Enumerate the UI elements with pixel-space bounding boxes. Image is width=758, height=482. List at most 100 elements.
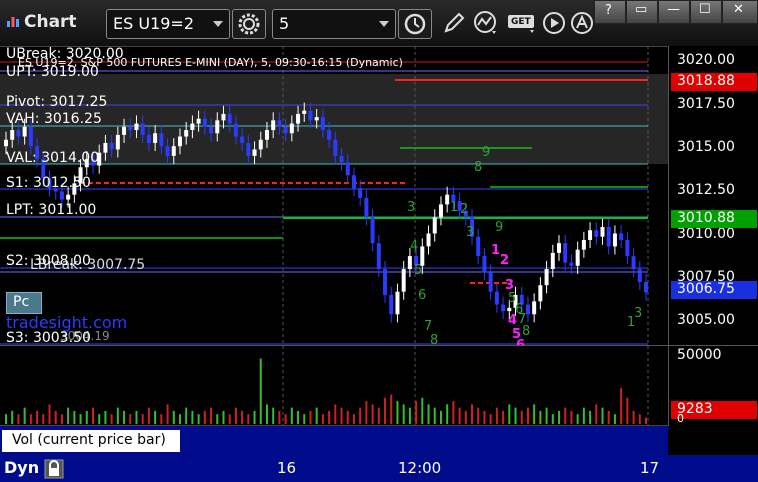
volume-bar (123, 410, 126, 424)
volume-bar (464, 410, 467, 424)
help-icon: ? (605, 3, 612, 18)
volume-bar (210, 407, 213, 424)
app-title: Chart (24, 12, 77, 32)
candle-body (339, 155, 344, 163)
volume-bar (415, 401, 418, 424)
candle-body (209, 126, 214, 134)
period-select[interactable]: 5 (272, 9, 396, 39)
candle-body (59, 191, 64, 200)
lpt-label: LPT: 3011.00 (6, 202, 96, 218)
candle-body (10, 130, 15, 140)
candle-body (575, 249, 580, 266)
candle-body (333, 139, 338, 156)
minimize-button[interactable]: — (658, 0, 690, 24)
volume-bar (539, 410, 542, 424)
volume-bar (638, 414, 641, 424)
close-button[interactable]: ✕ (722, 0, 758, 24)
get-button[interactable]: GET (506, 9, 538, 37)
seq-label-green: 9 (482, 145, 490, 160)
volume-bar (147, 407, 150, 424)
candle-body (16, 130, 21, 137)
volume-bar (197, 414, 200, 424)
candle-body (370, 217, 375, 244)
price-axis[interactable]: 3020.00 3017.50 3015.00 3012.50 3010.00 … (668, 46, 758, 345)
studies-button[interactable] (472, 9, 500, 37)
volume-bar (526, 407, 529, 424)
volume-bar (576, 414, 579, 424)
get-label: GET (511, 17, 531, 27)
candle-body (233, 123, 238, 137)
volume-bars-group (5, 358, 647, 424)
volume-bar (54, 410, 57, 424)
maximize-button[interactable]: ☐ (690, 0, 722, 24)
volume-bar (384, 397, 387, 424)
volume-bar (595, 404, 598, 424)
volume-bar (110, 414, 113, 424)
seq-label-magenta: 1 (491, 243, 500, 258)
candle-body (401, 269, 406, 292)
volume-canvas (5, 346, 649, 426)
volume-bar (346, 410, 349, 424)
volume-bar (495, 407, 498, 424)
candle-body (407, 256, 412, 270)
lock-icon[interactable] (44, 459, 64, 479)
volume-bar (129, 414, 132, 424)
volume-bar (607, 410, 610, 424)
restore-layout-button[interactable]: ▭ (626, 0, 658, 24)
candle-body (438, 204, 443, 218)
alert-icon (571, 12, 593, 34)
close-icon[interactable]: × (170, 428, 182, 444)
candle-body (594, 230, 599, 237)
candle-body (109, 142, 114, 150)
time-axis[interactable]: Dyn 16 12:00 17 (0, 455, 758, 482)
volume-bar (91, 407, 94, 424)
price-chart[interactable]: UBreak: 3020.00 UPT: 3019.00 ES U19=2, S… (0, 46, 668, 353)
time-tick: 16 (277, 459, 297, 477)
symbol-select[interactable]: ES U19=2 (106, 9, 230, 39)
candle-body (159, 133, 164, 147)
candle-body (308, 110, 313, 121)
candle-body (600, 227, 605, 237)
candle-body (146, 134, 151, 143)
candle-body (426, 233, 431, 247)
volume-bar (433, 407, 436, 424)
candle-body (525, 304, 530, 315)
play-button[interactable] (540, 9, 568, 37)
dyn-label[interactable]: Dyn (4, 458, 39, 477)
volume-bar (222, 410, 225, 424)
candle-body (22, 126, 27, 137)
candle-body (476, 236, 481, 257)
volume-bar (477, 407, 480, 424)
draw-tool-button[interactable] (440, 9, 468, 37)
candle-body (246, 142, 251, 156)
volume-bar (377, 407, 380, 424)
volume-bar (471, 404, 474, 424)
volume-bar (297, 410, 300, 424)
candle-body (66, 194, 71, 200)
volume-axis[interactable]: 50000 9283 0 (668, 345, 758, 426)
pc-button[interactable]: Pc (6, 292, 42, 314)
candle-body (612, 233, 617, 247)
volume-bar (203, 410, 206, 424)
seq-label-green: 9 (495, 220, 503, 235)
candle-body (184, 130, 189, 137)
window-title: Chart (6, 12, 77, 32)
seq-label-green: 8 (474, 160, 482, 175)
study-tab-volume[interactable]: Vol (current price bar) (2, 430, 180, 452)
volume-bar (551, 414, 554, 424)
time-button[interactable] (398, 9, 432, 39)
alert-button[interactable] (568, 9, 596, 37)
volume-bar (104, 410, 107, 424)
candle-body (128, 126, 133, 131)
volume-panel[interactable] (0, 345, 668, 426)
volume-bar (582, 407, 585, 424)
candle-body (488, 272, 493, 292)
settings-button[interactable] (232, 9, 266, 39)
seq-label-green: 5 (414, 263, 422, 278)
volume-bar (73, 410, 76, 424)
help-button[interactable]: ? (594, 0, 626, 24)
pc-label: Pc (13, 294, 30, 310)
maximize-icon: ☐ (699, 2, 711, 17)
candle-body (644, 281, 648, 293)
seq-label-green: 4 (410, 239, 418, 254)
